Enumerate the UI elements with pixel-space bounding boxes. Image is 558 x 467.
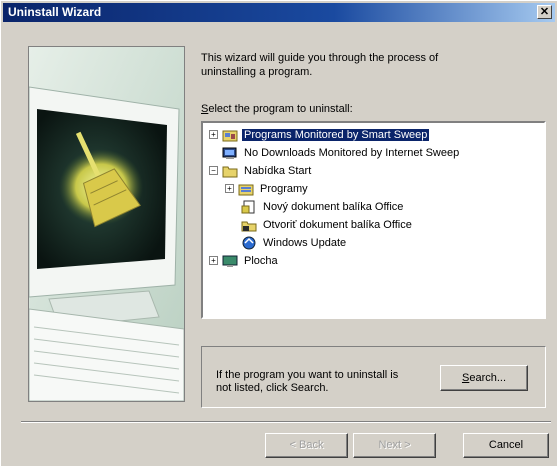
office-new-doc-icon xyxy=(241,200,257,214)
window-title: Uninstall Wizard xyxy=(8,5,102,19)
search-hint-line2: not listed, click Search. xyxy=(216,382,329,394)
close-button[interactable]: ✕ xyxy=(537,5,552,19)
wizard-description: This wizard will guide you through the p… xyxy=(201,51,501,79)
tree-item-label: No Downloads Monitored by Internet Sweep xyxy=(244,146,460,159)
wizard-description-line2: uninstalling a program. xyxy=(201,66,313,78)
cancel-button[interactable]: Cancel xyxy=(463,433,549,458)
tree-item-label: Plocha xyxy=(244,254,278,267)
uninstall-wizard-window: Uninstall Wizard ✕ This wizard will guid… xyxy=(0,0,558,467)
tree-item-label: Otvoriť dokument balíka Office xyxy=(263,218,412,231)
tree-item-smart-sweep[interactable]: + Programs Monitored by Smart Sweep xyxy=(209,126,430,143)
program-tree[interactable]: + Programs Monitored by Smart Sweep No D… xyxy=(201,121,546,319)
search-hint-line1: If the program you want to uninstall is xyxy=(216,369,399,381)
internet-sweep-icon xyxy=(222,146,238,160)
tree-item-label: Programs Monitored by Smart Sweep xyxy=(242,128,430,141)
wizard-description-line1: This wizard will guide you through the p… xyxy=(201,52,439,64)
close-icon: ✕ xyxy=(539,6,550,18)
tree-item-label: Nový dokument balíka Office xyxy=(263,200,404,213)
title-bar[interactable]: Uninstall Wizard ✕ xyxy=(3,3,555,22)
office-open-doc-icon xyxy=(241,218,257,232)
tree-item-novy-dokument[interactable]: Nový dokument balíka Office xyxy=(241,198,405,215)
collapse-icon[interactable]: − xyxy=(209,166,218,175)
tree-item-internet-sweep[interactable]: No Downloads Monitored by Internet Sweep xyxy=(209,144,461,161)
windows-update-icon xyxy=(241,236,257,250)
tree-item-label: Programy xyxy=(260,182,308,195)
tree-item-windows-update[interactable]: Windows Update xyxy=(241,234,348,251)
tree-item-programy[interactable]: + Programy xyxy=(225,180,310,197)
programs-folder-icon xyxy=(238,182,254,196)
search-group: If the program you want to uninstall is … xyxy=(201,346,546,408)
tree-item-nabidka-start[interactable]: − Nabídka Start xyxy=(209,162,313,179)
tree-item-plocha[interactable]: + Plocha xyxy=(209,252,280,269)
search-hint: If the program you want to uninstall is … xyxy=(216,369,416,395)
start-menu-folder-icon xyxy=(222,164,238,178)
wizard-illustration xyxy=(28,46,185,402)
expand-icon[interactable]: + xyxy=(225,184,234,193)
tree-item-otvorit-dokument[interactable]: Otvoriť dokument balíka Office xyxy=(241,216,414,233)
programs-folder-icon xyxy=(222,128,238,142)
back-button[interactable]: < Back xyxy=(265,433,348,458)
button-divider xyxy=(21,421,551,423)
search-button[interactable]: Search... xyxy=(440,365,528,391)
expand-icon[interactable]: + xyxy=(209,256,218,265)
program-tree-label: Select the program to uninstall: xyxy=(201,103,353,115)
search-button-label: earch... xyxy=(469,372,507,384)
next-button[interactable]: Next > xyxy=(353,433,436,458)
expand-icon[interactable]: + xyxy=(209,130,218,139)
tree-item-label: Nabídka Start xyxy=(244,164,312,177)
monitor-broom-illustration xyxy=(29,47,184,401)
program-tree-label-text: elect the program to uninstall: xyxy=(208,103,353,115)
desktop-icon xyxy=(222,254,238,268)
tree-item-label: Windows Update xyxy=(263,236,347,249)
